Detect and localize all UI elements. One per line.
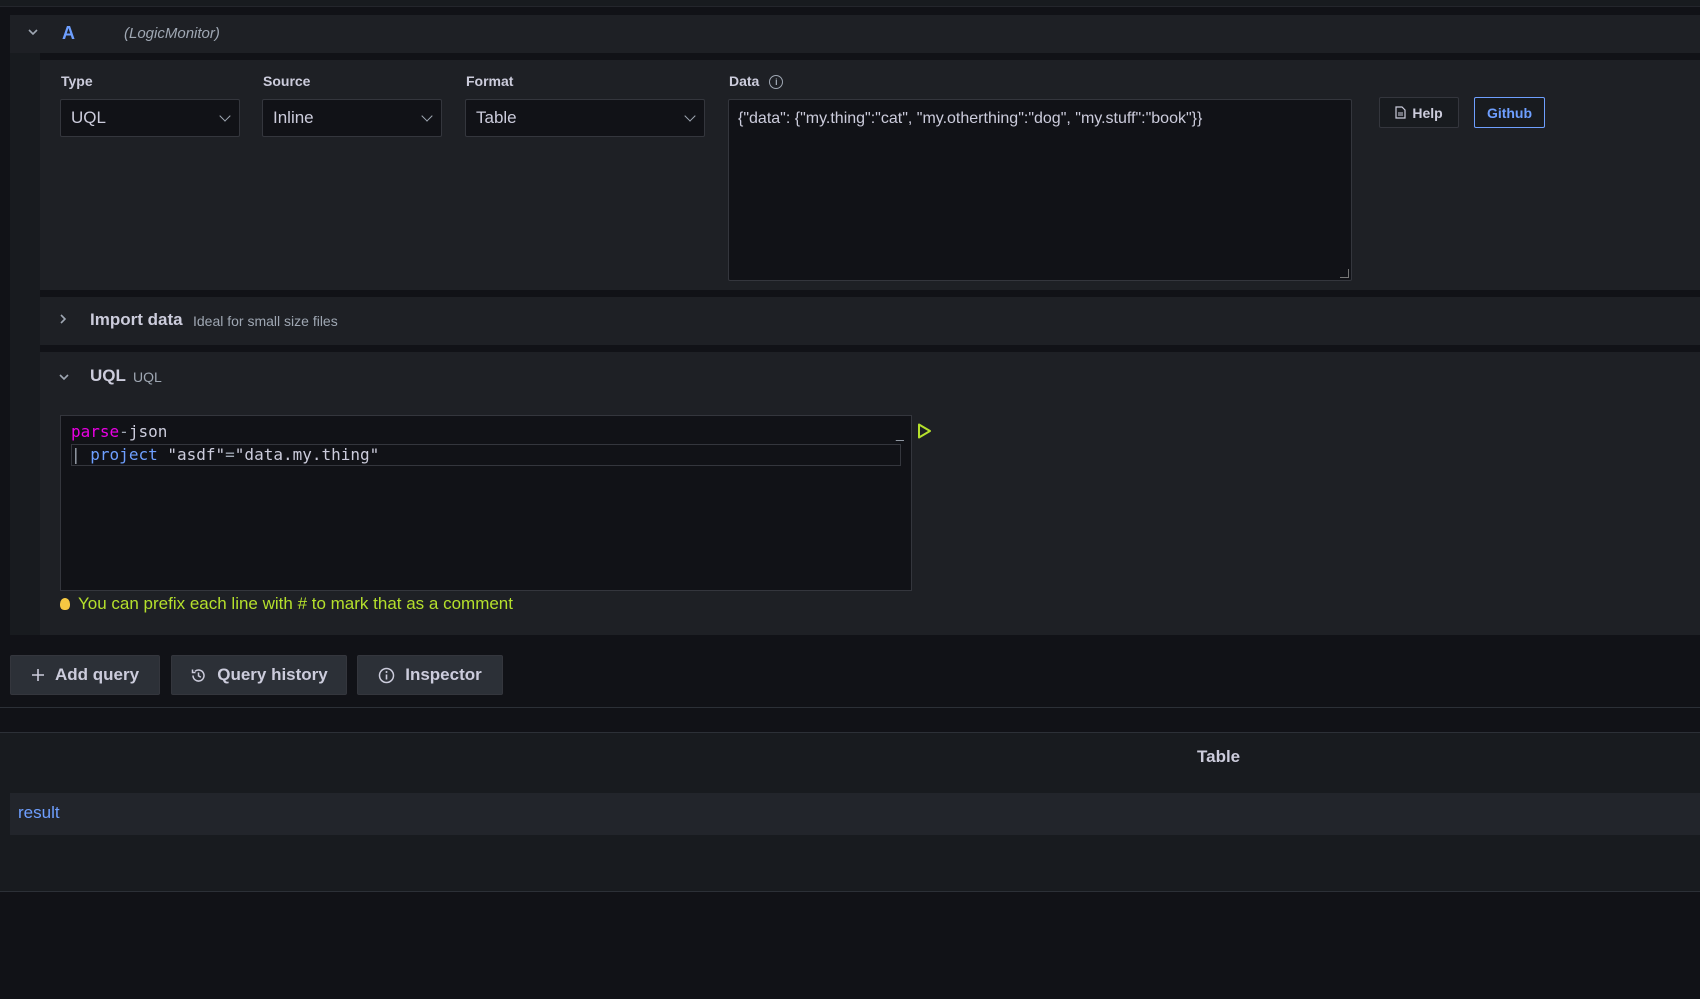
query-row-header[interactable]: A (LogicMonitor): [10, 15, 1700, 53]
source-select-value: Inline: [273, 108, 314, 127]
top-border: [0, 0, 1700, 7]
inspector-label: Inspector: [405, 665, 482, 684]
chevron-down-icon[interactable]: [26, 25, 40, 39]
code-keyword: parse: [71, 422, 120, 441]
format-label: Format: [466, 73, 514, 89]
code-pipe: |: [71, 445, 81, 464]
help-button[interactable]: Help: [1379, 97, 1459, 128]
history-icon: [191, 668, 205, 682]
query-history-button[interactable]: Query history: [171, 655, 347, 695]
inspector-button[interactable]: Inspector: [357, 655, 503, 695]
comment-hint-text: You can prefix each line with # to mark …: [78, 594, 513, 613]
help-button-label: Help: [1412, 104, 1443, 121]
uql-subtitle: UQL: [133, 369, 162, 385]
chevron-down-icon: [421, 109, 433, 122]
format-select-value: Table: [476, 108, 517, 127]
code-line-1: parse-json: [71, 421, 167, 443]
code-text: json: [128, 422, 168, 441]
divider: [0, 707, 1700, 708]
info-icon: [378, 667, 395, 683]
code-string: "asdf": [167, 445, 226, 464]
datasource-name: (LogicMonitor): [124, 25, 220, 42]
code-operator: -: [119, 422, 129, 441]
comment-hint: You can prefix each line with # to mark …: [60, 594, 513, 614]
document-icon: [1395, 106, 1406, 119]
data-textarea[interactable]: {"data": {"my.thing":"cat", "my.otherthi…: [728, 99, 1352, 281]
import-data-subtitle: Ideal for small size files: [193, 313, 338, 329]
code-keyword: project: [90, 445, 158, 464]
data-label-text: Data: [729, 73, 760, 89]
info-icon[interactable]: i: [769, 75, 784, 90]
type-select-value: UQL: [71, 108, 106, 127]
chevron-down-icon: [684, 109, 696, 122]
query-history-label: Query history: [217, 665, 328, 684]
import-data-section[interactable]: Import data Ideal for small size files: [40, 297, 1700, 345]
query-gutter: [10, 53, 40, 635]
source-select[interactable]: Inline: [262, 99, 442, 137]
data-label: Data i: [729, 73, 784, 90]
table-panel-title: Table: [1197, 747, 1241, 766]
minimize-icon[interactable]: _: [896, 425, 904, 441]
plus-icon: [31, 669, 44, 681]
chevron-down-icon: [219, 109, 231, 122]
type-label: Type: [61, 73, 93, 89]
chevron-right-icon[interactable]: [58, 312, 68, 328]
chevron-down-icon[interactable]: [58, 369, 70, 385]
github-button[interactable]: Github: [1474, 97, 1545, 128]
data-textarea-value: {"data": {"my.thing":"cat", "my.otherthi…: [738, 110, 1203, 127]
code-string: "data.my.thing": [234, 445, 380, 464]
table-row[interactable]: result: [10, 793, 1700, 835]
format-select[interactable]: Table: [465, 99, 705, 137]
import-data-title: Import data: [90, 310, 183, 329]
resize-handle-icon[interactable]: [1340, 269, 1349, 278]
source-label: Source: [263, 73, 311, 89]
uql-title[interactable]: UQL: [90, 366, 126, 386]
code-line-2: | project "asdf"="data.my.thing": [71, 444, 379, 466]
uql-code-editor[interactable]: parse-json | project "asdf"="data.my.thi…: [60, 415, 912, 591]
type-select[interactable]: UQL: [60, 99, 240, 137]
result-cell: result: [18, 803, 60, 822]
add-query-button[interactable]: Add query: [10, 655, 160, 695]
github-button-label: Github: [1486, 104, 1533, 121]
query-ref-id[interactable]: A: [62, 23, 75, 44]
lightbulb-icon: [60, 598, 70, 610]
run-icon[interactable]: [915, 422, 933, 440]
code-operator: =: [225, 445, 235, 464]
add-query-label: Add query: [54, 665, 140, 684]
